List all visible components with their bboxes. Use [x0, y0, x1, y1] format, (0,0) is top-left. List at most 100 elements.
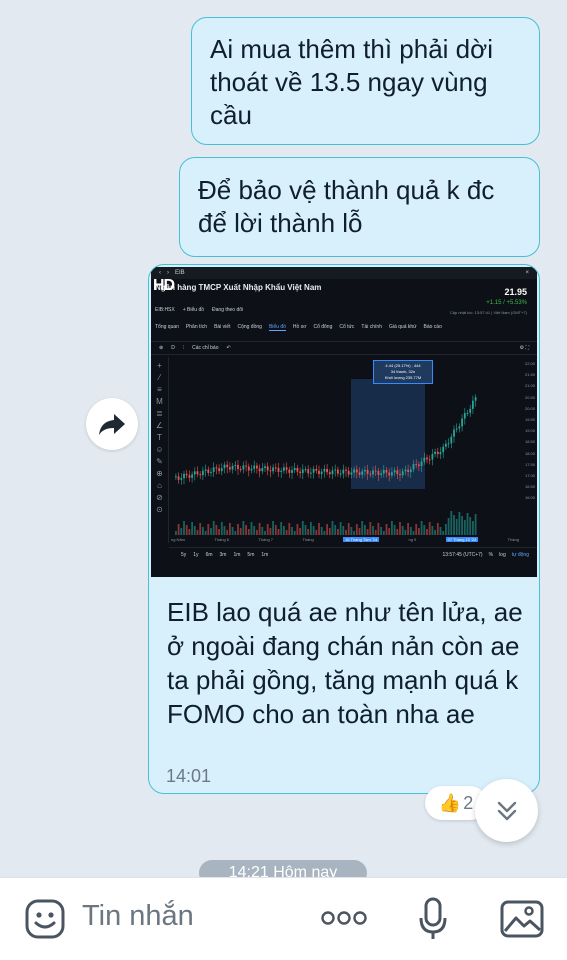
- volume-bar: [210, 528, 212, 535]
- volume-bar: [385, 524, 388, 535]
- candle: [404, 469, 407, 472]
- candle: [304, 469, 307, 471]
- volume-bar: [175, 531, 177, 535]
- volume-bar: [301, 521, 304, 535]
- candle: [175, 476, 177, 478]
- candle: [412, 464, 415, 470]
- image-message-bubble[interactable]: ‹ › EIB × Ngân hàng TMCP Xuất Nhập Khẩu V…: [148, 264, 540, 794]
- sticker-icon[interactable]: [24, 898, 66, 940]
- volume-bar: [331, 521, 334, 535]
- volume-bar: [361, 521, 364, 535]
- volume-bar: [407, 523, 409, 535]
- candle: [447, 443, 450, 445]
- forward-button[interactable]: [86, 398, 138, 450]
- volume-bar: [412, 531, 415, 535]
- volume-bar: [261, 527, 264, 535]
- candle: [426, 457, 428, 460]
- candle: [223, 464, 226, 469]
- candle: [204, 469, 207, 471]
- message-bubble[interactable]: Để bảo vệ thành quả k đc để lời thành lỗ: [179, 157, 540, 257]
- volume-bar: [442, 531, 445, 535]
- volume-bar: [380, 527, 382, 535]
- volume-bar: [461, 516, 463, 535]
- candle: [293, 467, 296, 471]
- volume-bar: [466, 513, 469, 535]
- price-axis: 22.00 21.50 21.00 20.50 20.00 19.50 19.0…: [524, 361, 535, 501]
- close-icon: ×: [525, 270, 529, 276]
- scroll-to-bottom-button[interactable]: [475, 779, 538, 842]
- candle: [220, 468, 223, 472]
- volume-bar: [393, 525, 396, 535]
- volume-bar: [315, 530, 318, 535]
- volume-bar: [242, 521, 245, 535]
- volume-bar: [310, 522, 312, 535]
- volume-bar: [326, 524, 328, 535]
- message-composer: Tin nhắn: [0, 877, 567, 960]
- volume-bar: [337, 529, 339, 535]
- candle: [196, 471, 199, 475]
- volume-bar: [266, 524, 269, 535]
- candle: [355, 469, 358, 473]
- range-selector: 5y 1y 6m 3m 1m 5m 1m 13:57:45 (UTC+7) % …: [169, 547, 537, 561]
- candle: [399, 474, 401, 476]
- candle: [323, 468, 326, 472]
- candle: [199, 474, 202, 476]
- candle: [272, 467, 274, 472]
- chart-screenshot[interactable]: ‹ › EIB × Ngân hàng TMCP Xuất Nhập Khẩu V…: [151, 267, 537, 577]
- candle: [180, 478, 183, 480]
- candle: [431, 453, 434, 460]
- volume-bar: [258, 523, 261, 535]
- candle: [226, 464, 229, 468]
- candle: [185, 473, 188, 476]
- volume-bar: [264, 531, 266, 535]
- message-bubble[interactable]: Ai mua thêm thì phải dời thoát về 13.5 n…: [191, 17, 540, 145]
- candle: [418, 464, 420, 467]
- candle: [453, 429, 455, 437]
- double-chevron-down-icon: [497, 801, 516, 820]
- volume-bar: [455, 519, 458, 535]
- volume-bar: [358, 528, 361, 535]
- candle: [396, 470, 399, 475]
- volume-bar: [188, 529, 191, 535]
- volume-bar: [285, 530, 288, 535]
- company-name: Ngân hàng TMCP Xuất Nhập Khẩu Việt Nam: [155, 283, 322, 292]
- volume-bar: [377, 523, 380, 535]
- time-axis: ng Năm Tháng 6 Tháng 7 Tháng 16 Tháng Tá…: [171, 537, 519, 542]
- nav-tab: Phân tích: [185, 324, 208, 330]
- candle: [250, 468, 253, 471]
- volume-bar: [391, 521, 393, 535]
- message-text: EIB lao quá ae như tên lửa, ae ở ngoài đ…: [167, 597, 523, 729]
- more-options-icon[interactable]: [320, 910, 368, 926]
- volume-bar: [296, 524, 299, 535]
- volume-bar: [369, 522, 372, 535]
- candle: [296, 467, 299, 472]
- message-input[interactable]: Tin nhắn: [82, 900, 194, 933]
- candle: [237, 464, 239, 470]
- volume-bar: [342, 526, 345, 535]
- volume-bar: [283, 526, 285, 535]
- microphone-icon[interactable]: [418, 896, 448, 942]
- volume-bar: [250, 522, 253, 535]
- nav-tab: Giá quá khứ: [388, 324, 417, 330]
- candle: [326, 468, 328, 473]
- volume-bar: [239, 528, 242, 535]
- nav-tab: Cổ tức: [339, 324, 355, 330]
- message-time: 14:01: [166, 766, 212, 786]
- volume-bar: [434, 530, 436, 535]
- candle: [280, 470, 283, 472]
- candle: [345, 469, 347, 471]
- candle: [401, 471, 404, 476]
- candle: [234, 464, 237, 466]
- image-icon[interactable]: [499, 899, 545, 939]
- volume-bar: [207, 524, 210, 535]
- volume-bar: [439, 527, 442, 535]
- candle: [366, 469, 369, 474]
- candle: [231, 465, 234, 470]
- volume-bar: [339, 522, 342, 535]
- volume-bar: [450, 511, 453, 535]
- candle: [466, 412, 469, 414]
- candle: [266, 466, 269, 471]
- nav-tab: Cộng đồng: [237, 324, 262, 330]
- volume-bar: [353, 531, 355, 535]
- candle: [455, 428, 458, 430]
